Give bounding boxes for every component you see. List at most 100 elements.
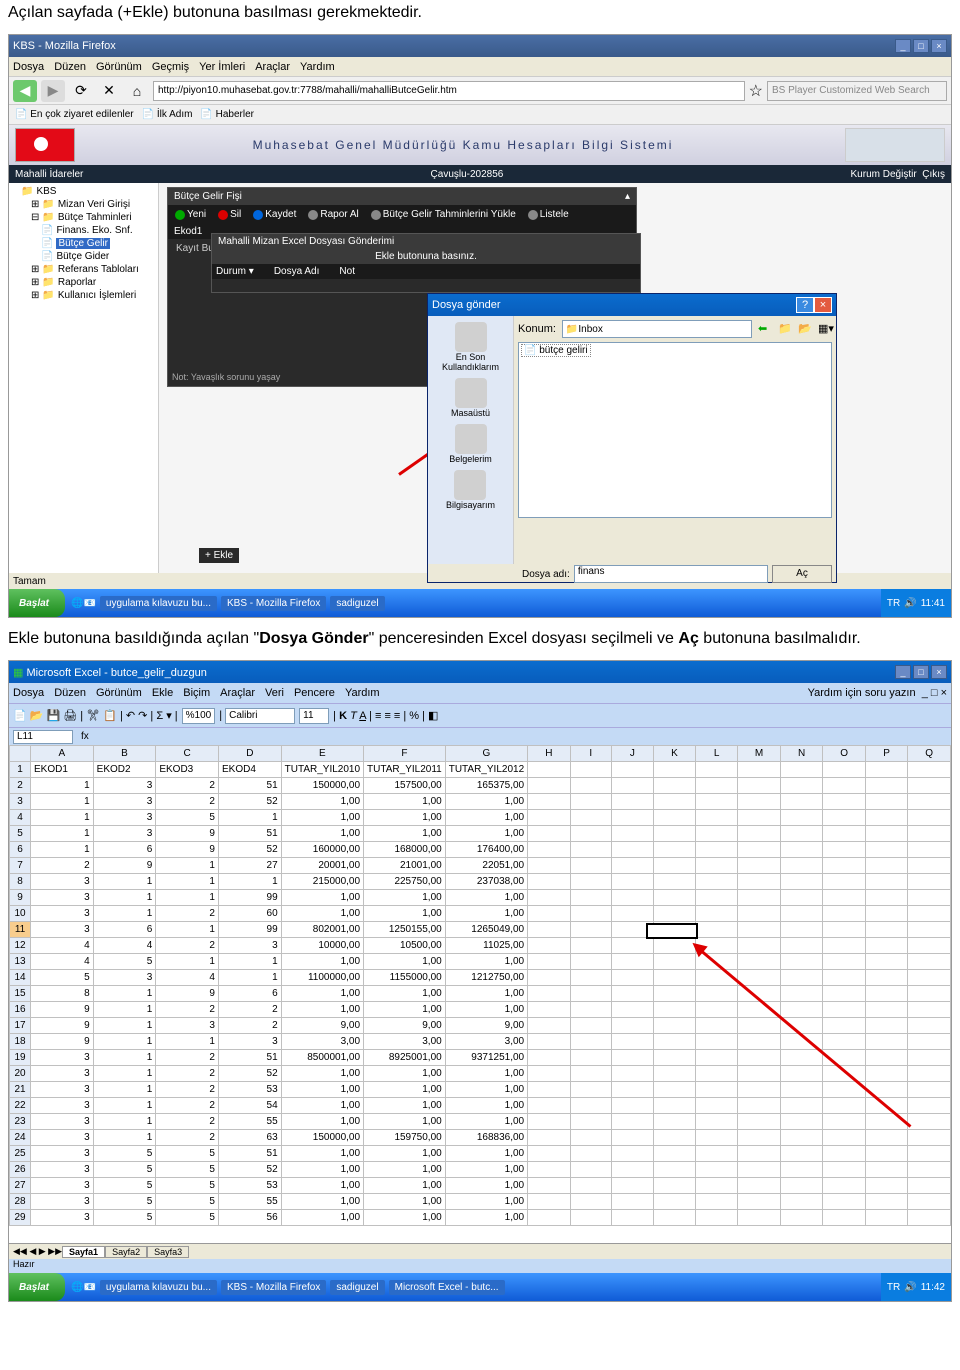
place-item[interactable]: En Son Kullandıklarım [428,322,513,372]
tree-item[interactable]: 📄Bütçe Gider [41,250,156,263]
menu-item[interactable]: Görünüm [96,687,142,699]
place-item[interactable]: Belgelerim [449,424,492,464]
toolbar-button[interactable]: Rapor Al [304,208,362,221]
task-item[interactable]: uygulama kılavuzu bu... [100,596,217,611]
menu-item[interactable]: Pencere [294,687,335,699]
menu-item[interactable]: Düzen [54,687,86,699]
task-item[interactable]: sadiguzel [330,596,384,611]
menu-item[interactable]: Yardım [300,61,335,73]
menu-item[interactable]: Biçim [183,687,210,699]
task-item[interactable]: KBS - Mozilla Firefox [221,596,326,611]
task-item[interactable]: sadiguzel [330,1280,384,1295]
newfolder-icon[interactable]: 📂 [798,322,812,336]
modal-message: Ekle butonuna basınız. [212,249,640,264]
views-icon[interactable]: ▦▾ [818,322,832,336]
bookmarks-bar: 📄 En çok ziyaret edilenler 📄 İlk Adım 📄 Ha… [9,105,951,125]
font-combo[interactable]: Calibri [225,708,295,724]
filename-input[interactable]: finans [574,565,768,583]
dialog-title: Dosya gönder [432,299,501,311]
menu-item[interactable]: Araçlar [255,61,290,73]
minimize-icon[interactable]: _ [895,39,911,53]
tree-item[interactable]: ⊞ 📁Mizan Veri Girişi [31,198,156,211]
close-icon[interactable]: × [931,665,947,679]
close-icon[interactable]: × [931,39,947,53]
subheader-left: Mahalli İdareler [15,169,83,180]
url-input[interactable]: http://piyon10.muhasebat.gov.tr:7788/mah… [153,81,745,101]
sheet-tab[interactable]: Sayfa1 [62,1246,105,1258]
size-combo[interactable]: 11 [299,708,329,724]
place-item[interactable]: Masaüstü [451,378,490,418]
sheet-tab[interactable]: Sayfa3 [147,1246,189,1258]
search-input[interactable]: BS Player Customized Web Search [767,81,947,101]
tree-item[interactable]: 📄Bütçe Gelir [41,237,156,250]
bookmark-star-icon[interactable]: ☆ [749,81,763,101]
close-icon[interactable]: × [814,297,832,313]
toolbar-button[interactable]: Bütçe Gelir Tahminlerini Yükle [367,208,520,221]
task-item[interactable]: Microsoft Excel - butc... [389,1280,505,1295]
sheet-area: ABCDEFGHIJKLMNOPQ 1EKOD1EKOD2EKOD3EKOD4T… [9,745,951,1243]
menu-item[interactable]: Yer İmleri [199,61,245,73]
panel-collapse-icon[interactable]: ▴ [625,191,630,202]
bookmark-item[interactable]: 📄 Haberler [200,109,254,120]
start-button[interactable]: Başlat [9,589,65,617]
paragraph-1: Açılan sayfada (+Ekle) butonuna basılmas… [0,0,960,26]
filename-label: Dosya adı: [522,569,570,580]
minimize-icon[interactable]: _ [895,665,911,679]
menu-item[interactable]: Dosya [13,687,44,699]
bookmark-item[interactable]: 📄 En çok ziyaret edilenler [15,109,134,120]
menu-item[interactable]: Geçmiş [152,61,189,73]
sheet-tab[interactable]: Sayfa2 [105,1246,147,1258]
spreadsheet[interactable]: ABCDEFGHIJKLMNOPQ 1EKOD1EKOD2EKOD3EKOD4T… [9,745,951,1226]
task-item[interactable]: uygulama kılavuzu bu... [100,1280,217,1295]
maximize-icon[interactable]: □ [913,39,929,53]
name-box[interactable]: L11 [13,730,73,744]
excel-toolbar: 📄 📂 💾 🖨 | ✂ 📋 | ↶ ↷ | Σ ▾ | %100 | Calib… [9,703,951,727]
app-header: Muhasebat Genel Müdürlüğü Kamu Hesapları… [9,125,951,165]
forward-button[interactable]: ▶ [41,80,65,102]
toolbar-button[interactable]: Yeni [171,208,210,221]
tree-item[interactable]: ⊞ 📁Raporlar [31,276,156,289]
tree-item[interactable]: ⊞ 📁Kullanıcı İşlemleri [31,289,156,302]
bookmark-item[interactable]: 📄 İlk Adım [142,109,193,120]
menu-item[interactable]: Dosya [13,61,44,73]
tree-item[interactable]: 📄Finans. Eko. Snf. [41,224,156,237]
toolbar-button[interactable]: Kaydet [249,208,300,221]
maximize-icon[interactable]: □ [913,665,929,679]
system-tray: TR🔊11:41 [881,589,951,617]
help-icon[interactable]: ? [796,297,814,313]
back-icon[interactable]: ⬅ [758,322,772,336]
stop-button[interactable]: ✕ [97,80,121,102]
toolbar-button[interactable]: Sil [214,208,245,221]
up-icon[interactable]: 📁 [778,322,792,336]
back-button[interactable]: ◀ [13,80,37,102]
place-item[interactable]: Bilgisayarım [446,470,495,510]
ekle-button[interactable]: + Ekle [199,548,239,563]
toolbar-button[interactable]: Listele [524,208,573,221]
menu-item[interactable]: Araçlar [220,687,255,699]
open-button[interactable]: Aç [772,565,832,583]
menu-item[interactable]: Görünüm [96,61,142,73]
tree-item[interactable]: ⊟ 📁Bütçe Tahminleri [31,211,156,224]
zoom-combo[interactable]: %100 [182,708,216,724]
home-button[interactable]: ⌂ [125,80,149,102]
menu-item[interactable]: Veri [265,687,284,699]
help-search[interactable]: Yardım için soru yazın [808,687,916,699]
dialog-controls: ?× [796,297,832,313]
file-list[interactable]: 📄 bütçe geliri [518,342,832,518]
header-image [845,128,945,162]
modal-col: Not [339,266,355,277]
tree-root[interactable]: 📁KBS [21,185,156,198]
content-area: Bütçe Gelir Fişi▴ YeniSilKaydetRapor AlB… [159,183,951,573]
menu-item[interactable]: Yardım [345,687,380,699]
screenshot-excel: ▦ Microsoft Excel - butce_gelir_duzgun _… [8,660,952,1302]
menu-item[interactable]: Düzen [54,61,86,73]
reload-button[interactable]: ⟳ [69,80,93,102]
start-button[interactable]: Başlat [9,1273,65,1301]
taskbar: Başlat 🌐📧 uygulama kılavuzu bu... KBS - … [9,589,951,617]
tree-item[interactable]: ⊞ 📁Referans Tabloları [31,263,156,276]
flag-icon [15,128,75,162]
menu-item[interactable]: Ekle [152,687,173,699]
task-item[interactable]: KBS - Mozilla Firefox [221,1280,326,1295]
location-combo[interactable]: 📁 Inbox [562,320,752,338]
window-controls: _□× [893,665,947,679]
